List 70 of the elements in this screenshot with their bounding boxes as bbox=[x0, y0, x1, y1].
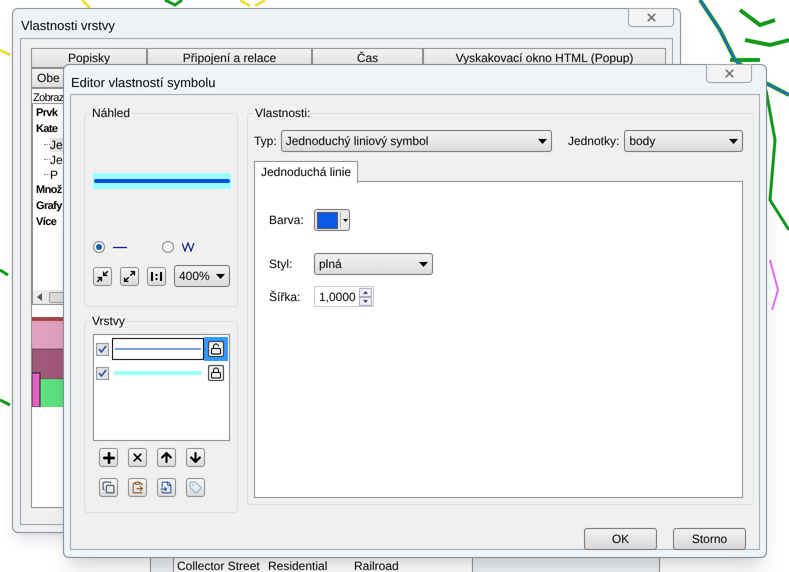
paste-button[interactable] bbox=[128, 478, 147, 497]
tag-button[interactable] bbox=[186, 478, 205, 497]
zoom-dropdown[interactable]: 400% bbox=[174, 265, 230, 287]
import-icon bbox=[160, 481, 173, 494]
group-label: Vlastnosti: bbox=[254, 106, 312, 120]
table-cell-text: Residential bbox=[268, 559, 328, 572]
close-icon bbox=[722, 67, 736, 80]
expand-icon bbox=[123, 270, 136, 282]
radio-button[interactable] bbox=[162, 241, 174, 253]
cross-icon bbox=[131, 451, 144, 464]
field-label: Styl: bbox=[269, 256, 294, 273]
dialog-button[interactable]: Storno bbox=[673, 528, 746, 550]
units-dropdown[interactable]: body bbox=[624, 130, 743, 152]
move-down-button[interactable] bbox=[186, 448, 205, 467]
copy-icon bbox=[102, 481, 115, 494]
close-button[interactable] bbox=[706, 64, 752, 83]
window-title: Editor vlastností symbolu bbox=[71, 74, 216, 92]
caret-icon bbox=[729, 138, 738, 144]
ratio-icon bbox=[151, 272, 162, 280]
tree-item[interactable]: Je bbox=[50, 138, 63, 152]
remove-layer-button[interactable] bbox=[128, 448, 147, 467]
width-spinner[interactable]: 1,0000 bbox=[314, 286, 374, 307]
tree-item[interactable]: Je bbox=[50, 152, 63, 166]
color-picker[interactable] bbox=[314, 209, 350, 231]
copy-button[interactable] bbox=[99, 478, 118, 497]
group-label: Vrstvy bbox=[91, 314, 126, 328]
plus-icon bbox=[100, 450, 116, 466]
close-icon bbox=[644, 11, 658, 24]
tab[interactable]: Obe bbox=[31, 68, 66, 88]
layer-row[interactable] bbox=[94, 337, 229, 361]
caret-icon bbox=[343, 218, 348, 222]
scroll-left-icon[interactable] bbox=[35, 293, 45, 301]
field-label: Jednotky: bbox=[568, 133, 620, 150]
radio-button[interactable] bbox=[93, 241, 105, 253]
group-label: Náhled bbox=[91, 106, 132, 120]
tag-icon bbox=[189, 481, 202, 494]
field-label: Typ: bbox=[254, 133, 277, 150]
style-dropdown[interactable]: plná bbox=[314, 253, 433, 275]
caret-icon bbox=[538, 138, 547, 144]
add-layer-button[interactable] bbox=[99, 448, 118, 467]
zoom-in-button[interactable] bbox=[120, 266, 139, 286]
spin-down-icon[interactable] bbox=[359, 296, 372, 306]
spin-up-icon[interactable] bbox=[359, 288, 372, 296]
down-arrow-icon bbox=[188, 450, 203, 465]
zoom-out-button[interactable] bbox=[93, 266, 112, 286]
zigzag-icon bbox=[182, 242, 196, 252]
dialog-button[interactable]: OK bbox=[584, 528, 657, 550]
table-cell-text: Railroad bbox=[354, 559, 400, 572]
window-title: Vlastnosti vrstvy bbox=[21, 17, 115, 35]
actual-size-button[interactable] bbox=[147, 266, 166, 286]
move-up-button[interactable] bbox=[157, 448, 176, 467]
shrink-icon bbox=[96, 270, 109, 282]
lock-toggle[interactable] bbox=[204, 337, 228, 361]
unlock-icon bbox=[210, 343, 222, 355]
tab[interactable]: Jednoduchá linie bbox=[254, 160, 358, 182]
close-button[interactable] bbox=[628, 8, 674, 27]
table-cell-text: Collector Street bbox=[177, 559, 261, 572]
caret-icon bbox=[216, 274, 225, 278]
field-label: Barva: bbox=[269, 212, 302, 229]
caret-icon bbox=[419, 262, 428, 266]
checkbox[interactable] bbox=[96, 342, 109, 356]
field-label: Šířka: bbox=[269, 288, 302, 306]
group-label: Zobraz bbox=[33, 91, 64, 106]
straight-line-icon bbox=[113, 246, 127, 248]
import-button[interactable] bbox=[157, 478, 176, 497]
tree-item[interactable]: P bbox=[50, 168, 58, 182]
lock-icon bbox=[210, 367, 222, 379]
paste-icon bbox=[131, 481, 144, 494]
type-dropdown[interactable]: Jednoduchý liniový symbol bbox=[280, 130, 552, 152]
checkbox[interactable] bbox=[96, 366, 109, 380]
